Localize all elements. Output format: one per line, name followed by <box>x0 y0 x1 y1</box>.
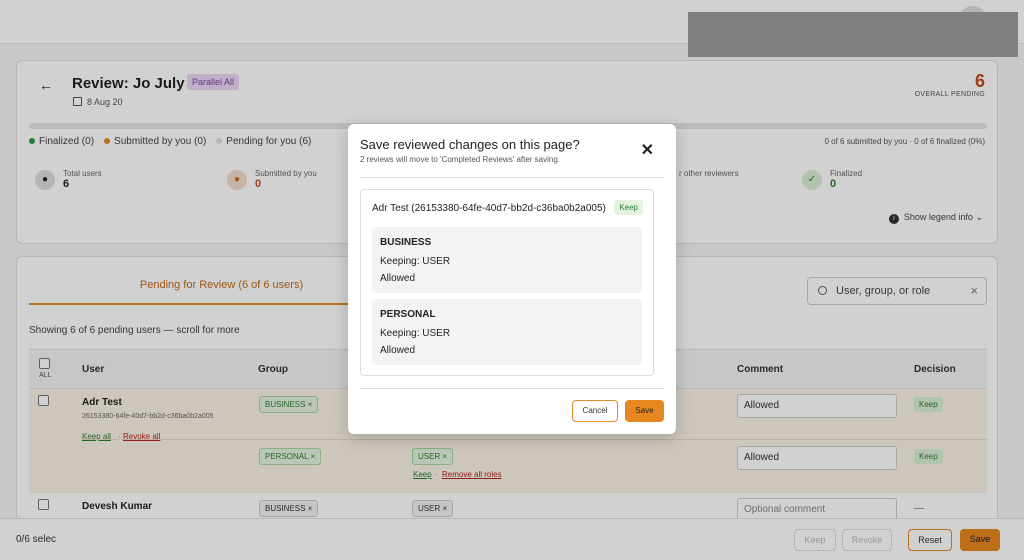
summary-group-name: BUSINESS <box>380 237 432 248</box>
review-summary-box: Adr Test (26153380-64fe-40d7-bb2d-c36ba0… <box>360 189 654 376</box>
summary-group-keeping: Keeping: USER <box>380 256 451 267</box>
summary-group-keeping: Keeping: USER <box>380 328 451 339</box>
divider <box>360 177 664 178</box>
close-icon[interactable]: ✕ <box>641 140 654 160</box>
save-confirmation-dialog: Save reviewed changes on this page? 2 re… <box>348 124 676 434</box>
summary-decision-badge: Keep <box>614 200 643 215</box>
dialog-subtitle: 2 reviews will move to 'Completed Review… <box>360 155 561 164</box>
confirm-save-button[interactable]: Save <box>625 400 664 422</box>
summary-group-comment: Allowed <box>380 345 416 356</box>
cancel-button[interactable]: Cancel <box>572 400 618 422</box>
summary-group: BUSINESS Keeping: USER Allowed <box>372 227 642 293</box>
divider <box>360 388 664 389</box>
summary-group-comment: Allowed <box>380 273 416 284</box>
summary-group-name: PERSONAL <box>380 309 436 320</box>
summary-user: Adr Test (26153380-64fe-40d7-bb2d-c36ba0… <box>372 203 606 214</box>
summary-group: PERSONAL Keeping: USER Allowed <box>372 299 642 365</box>
dialog-title: Save reviewed changes on this page? <box>360 137 580 152</box>
